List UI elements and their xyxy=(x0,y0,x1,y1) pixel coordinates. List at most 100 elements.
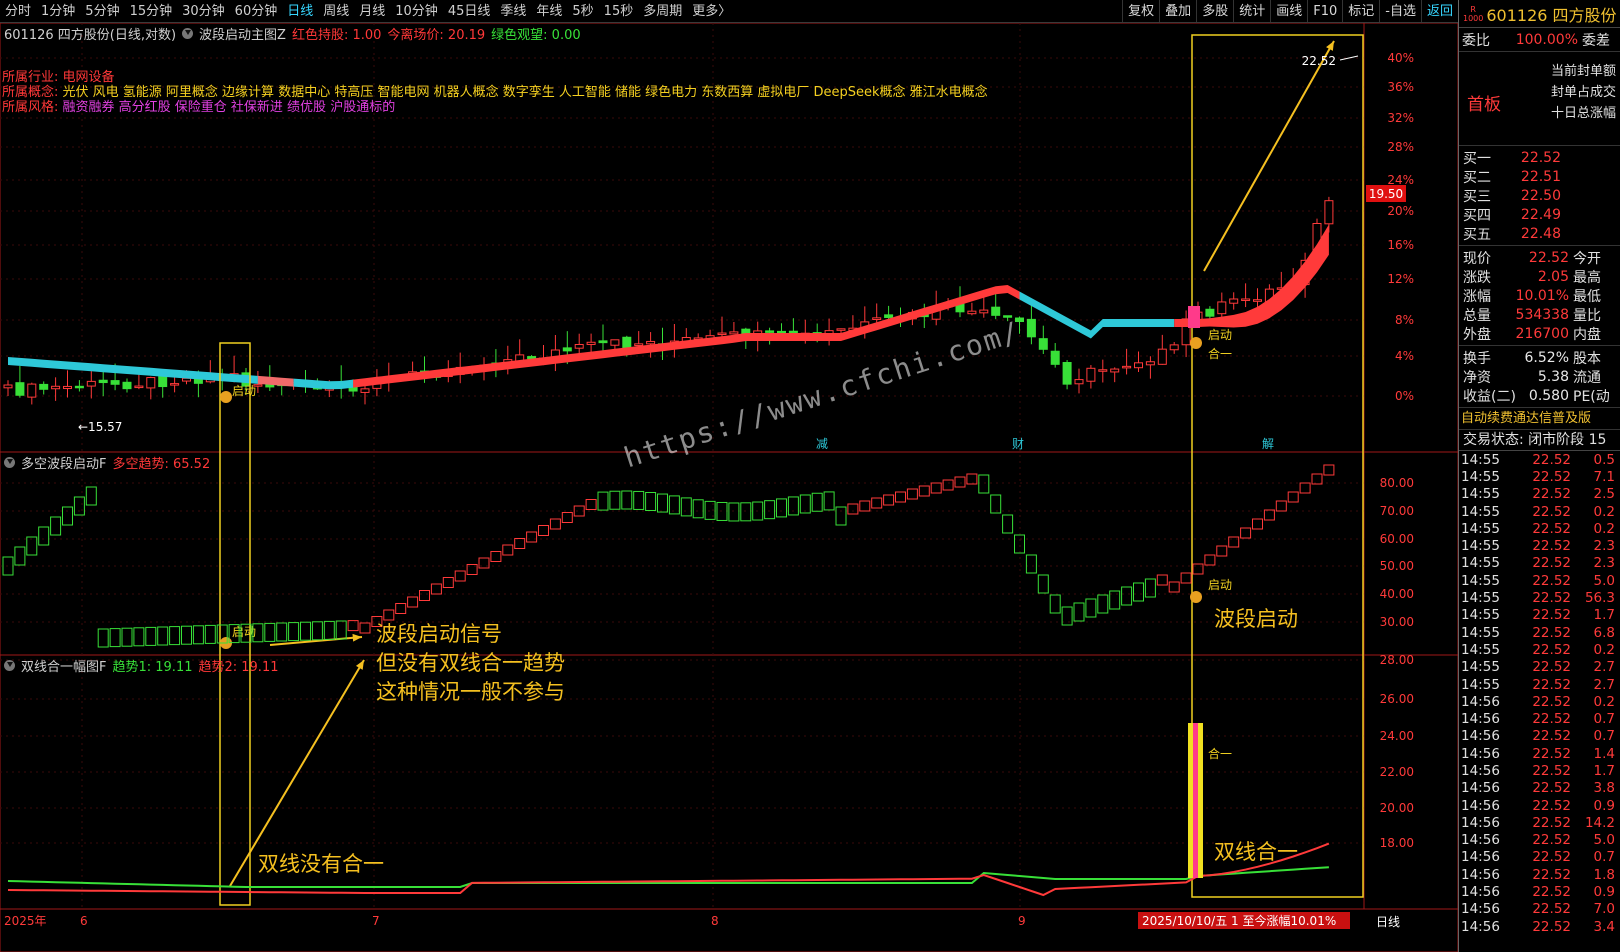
period-tab[interactable]: 10分钟 xyxy=(390,0,443,23)
candle-body xyxy=(182,377,191,382)
tick-volume: 2.5 xyxy=(1593,486,1615,503)
chart-area[interactable]: 40% 36% 32% 28% 24% 20% 16% 12% 8% 4% 0% 80.00 70.00… xyxy=(0,23,1458,952)
candle-body xyxy=(1110,368,1120,373)
trend-step xyxy=(264,622,276,642)
trend-step xyxy=(311,621,323,641)
candle-body xyxy=(979,309,989,314)
x-axis-label: 7 xyxy=(372,914,380,928)
tick-time: 14:55 xyxy=(1461,607,1500,624)
period-tab[interactable]: 季线 xyxy=(495,0,531,23)
trend-step xyxy=(1133,582,1144,602)
tick-time: 14:56 xyxy=(1461,849,1500,866)
quote-row: 涨幅 10.01% 最低 xyxy=(1459,286,1620,305)
main-pane-title: 601126 四方股份(日线,对数) 波段启动主图Z 红色持股: 1.00 今离… xyxy=(4,24,581,43)
candle-body xyxy=(1145,361,1155,366)
trend-step xyxy=(966,473,978,485)
chart-tool-button[interactable]: 复权 xyxy=(1122,0,1159,22)
quote-label-2: 最高 xyxy=(1573,269,1601,286)
period-tab[interactable]: 15秒 xyxy=(599,0,639,23)
chart-tool-button[interactable]: -自选 xyxy=(1379,0,1421,22)
tick-list[interactable]: 14:55 22.52 0.5 14:55 22.52 7.1 14:55 22.52 2.5 1… xyxy=(1459,451,1620,935)
candle-body xyxy=(1026,318,1036,338)
order-book: 买一 22.52 买二 22.51 买三 22.50 买四 22.49 买五 22.48 xyxy=(1459,146,1620,246)
period-tab[interactable]: 5分钟 xyxy=(80,0,124,23)
indicator-menu-icon[interactable] xyxy=(182,28,194,39)
trend-step xyxy=(585,499,597,510)
trend-step xyxy=(1287,491,1299,503)
candle-body xyxy=(1253,299,1262,302)
style-value[interactable]: 融资融券 高分红股 保险重仓 社保新进 绩优股 沪股通标的 xyxy=(63,100,396,115)
period-tab[interactable]: 多周期 xyxy=(638,0,687,23)
tick-time: 14:56 xyxy=(1461,711,1500,728)
candle-body xyxy=(1169,344,1179,351)
candle-body xyxy=(836,328,846,331)
pane3-indicator-name[interactable]: 双线合一幅图F xyxy=(21,656,106,675)
indicator-name[interactable]: 波段启动主图Z xyxy=(199,24,286,43)
trend-step xyxy=(430,583,442,595)
tick-volume: 3.4 xyxy=(1593,918,1615,935)
tick-row: 14:55 22.52 6.8 xyxy=(1459,624,1620,641)
pane3-axis-label: 24.00 xyxy=(1380,729,1414,743)
order-book-price: 22.48 xyxy=(1520,225,1561,242)
promo-text[interactable]: 自动续费通达信普及版 xyxy=(1459,408,1620,430)
period-tab[interactable]: 45日线 xyxy=(443,0,496,23)
tick-price: 22.52 xyxy=(1532,572,1571,589)
chart-tool-button[interactable]: 统计 xyxy=(1233,0,1270,22)
chart-tool-button[interactable]: 多股 xyxy=(1196,0,1233,22)
period-tab[interactable]: 月线 xyxy=(354,0,390,23)
period-tab[interactable]: 1分钟 xyxy=(36,0,80,23)
tick-time: 14:56 xyxy=(1461,797,1500,814)
pane2-value: 多空趋势: 65.52 xyxy=(112,457,211,472)
order-book-row[interactable]: 买二 22.51 xyxy=(1459,167,1620,186)
candle-body xyxy=(51,385,61,390)
period-tab[interactable]: 5秒 xyxy=(567,0,598,23)
trend1-line xyxy=(7,866,1329,888)
period-tab[interactable]: 年线 xyxy=(531,0,567,23)
trend-step xyxy=(145,626,157,646)
candle-body xyxy=(586,341,596,345)
tick-price: 22.52 xyxy=(1532,866,1571,883)
chart-tool-button[interactable]: 标记 xyxy=(1342,0,1379,22)
order-book-row[interactable]: 买五 22.48 xyxy=(1459,224,1620,243)
quote-value: 534338 xyxy=(1515,306,1569,323)
candle-body xyxy=(991,306,1001,316)
annotation-line: 波段启动信号 xyxy=(376,622,502,646)
indicator-menu-icon[interactable] xyxy=(4,457,15,468)
period-tab[interactable]: 分时 xyxy=(0,0,36,23)
period-tab[interactable]: 更多〉 xyxy=(687,0,736,23)
pane2-axis-label: 50.00 xyxy=(1380,559,1414,573)
period-tab[interactable]: 15分钟 xyxy=(125,0,178,23)
candle-body xyxy=(610,339,620,346)
tick-price: 22.52 xyxy=(1532,503,1571,520)
period-tab[interactable]: 30分钟 xyxy=(177,0,230,23)
chart-tool-button[interactable]: 叠加 xyxy=(1159,0,1196,22)
indicator-menu-icon[interactable] xyxy=(4,660,15,671)
chart-tool-button[interactable]: 画线 xyxy=(1270,0,1307,22)
order-book-row[interactable]: 买一 22.52 xyxy=(1459,148,1620,167)
period-tab[interactable]: 周线 xyxy=(318,0,354,23)
trend-step xyxy=(906,488,918,500)
tick-volume: 1.7 xyxy=(1593,762,1615,779)
tick-volume: 0.2 xyxy=(1593,503,1615,520)
logo-r: R xyxy=(1470,4,1476,14)
chart-tool-button[interactable]: F10 xyxy=(1307,0,1342,22)
pct-axis-label: 40% xyxy=(1387,51,1414,65)
pane2-indicator-name[interactable]: 多空波段启动F xyxy=(21,453,106,472)
candle-body xyxy=(598,340,608,344)
trend-step xyxy=(1085,598,1097,618)
candlestick-chart[interactable]: 40% 36% 32% 28% 24% 20% 16% 12% 8% 4% 0% 80.00 70.00… xyxy=(0,23,1458,952)
pane3-title: 双线合一幅图F 趋势1: 19.11 趋势2: 19.11 xyxy=(4,656,278,675)
trend-step xyxy=(85,486,97,506)
order-book-row[interactable]: 买三 22.50 xyxy=(1459,186,1620,205)
order-book-label: 买四 xyxy=(1463,207,1491,224)
candle-body xyxy=(1134,362,1143,369)
tick-time: 14:55 xyxy=(1461,555,1500,572)
trend-step xyxy=(1240,527,1252,539)
period-tab[interactable]: 60分钟 xyxy=(230,0,283,23)
trend-step xyxy=(704,500,716,520)
chart-tool-button[interactable]: 返回 xyxy=(1420,0,1458,22)
tick-row: 14:56 22.52 0.7 xyxy=(1459,849,1620,866)
trend-step xyxy=(454,570,466,582)
order-book-row[interactable]: 买四 22.49 xyxy=(1459,205,1620,224)
period-tab[interactable]: 日线 xyxy=(282,0,318,23)
